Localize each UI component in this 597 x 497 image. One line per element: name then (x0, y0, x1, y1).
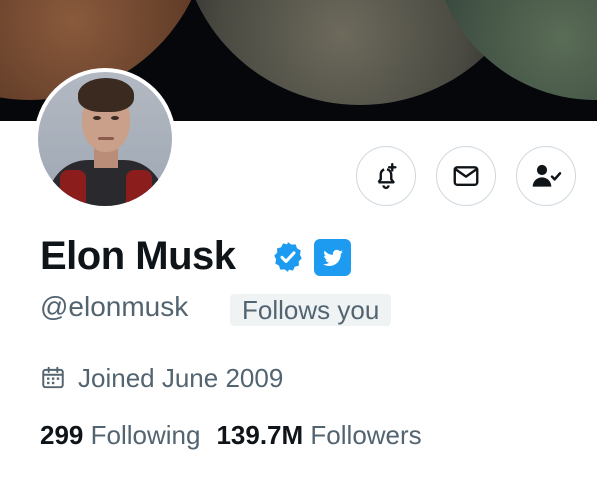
envelope-icon (453, 166, 479, 186)
twitter-bird-icon (322, 249, 343, 266)
person-check-icon (532, 164, 562, 187)
followers-label: Followers (310, 420, 422, 450)
follows-you-badge: Follows you (230, 294, 392, 326)
following-button[interactable] (516, 146, 576, 206)
message-button[interactable] (436, 146, 496, 206)
joined-date: Joined June 2009 (40, 361, 283, 395)
following-link[interactable]: 299 Following (40, 420, 200, 450)
following-label: Following (90, 420, 201, 450)
followers-count: 139.7M (216, 420, 304, 450)
affiliate-badge[interactable] (314, 239, 351, 276)
profile-handle: @elonmusk (40, 291, 189, 322)
profile-name: Elon Musk (40, 234, 236, 278)
notify-button[interactable] (356, 146, 416, 206)
avatar[interactable] (34, 68, 176, 210)
calendar-icon (42, 366, 64, 389)
bell-plus-icon (377, 162, 397, 190)
verified-badge-icon[interactable] (271, 240, 305, 274)
followers-link[interactable]: 139.7M Followers (216, 420, 421, 450)
joined-text: Joined June 2009 (78, 362, 284, 393)
following-count: 299 (40, 420, 84, 450)
follow-stats: 299 Following 139.7M Followers (40, 420, 422, 451)
avatar-photo (38, 72, 172, 206)
